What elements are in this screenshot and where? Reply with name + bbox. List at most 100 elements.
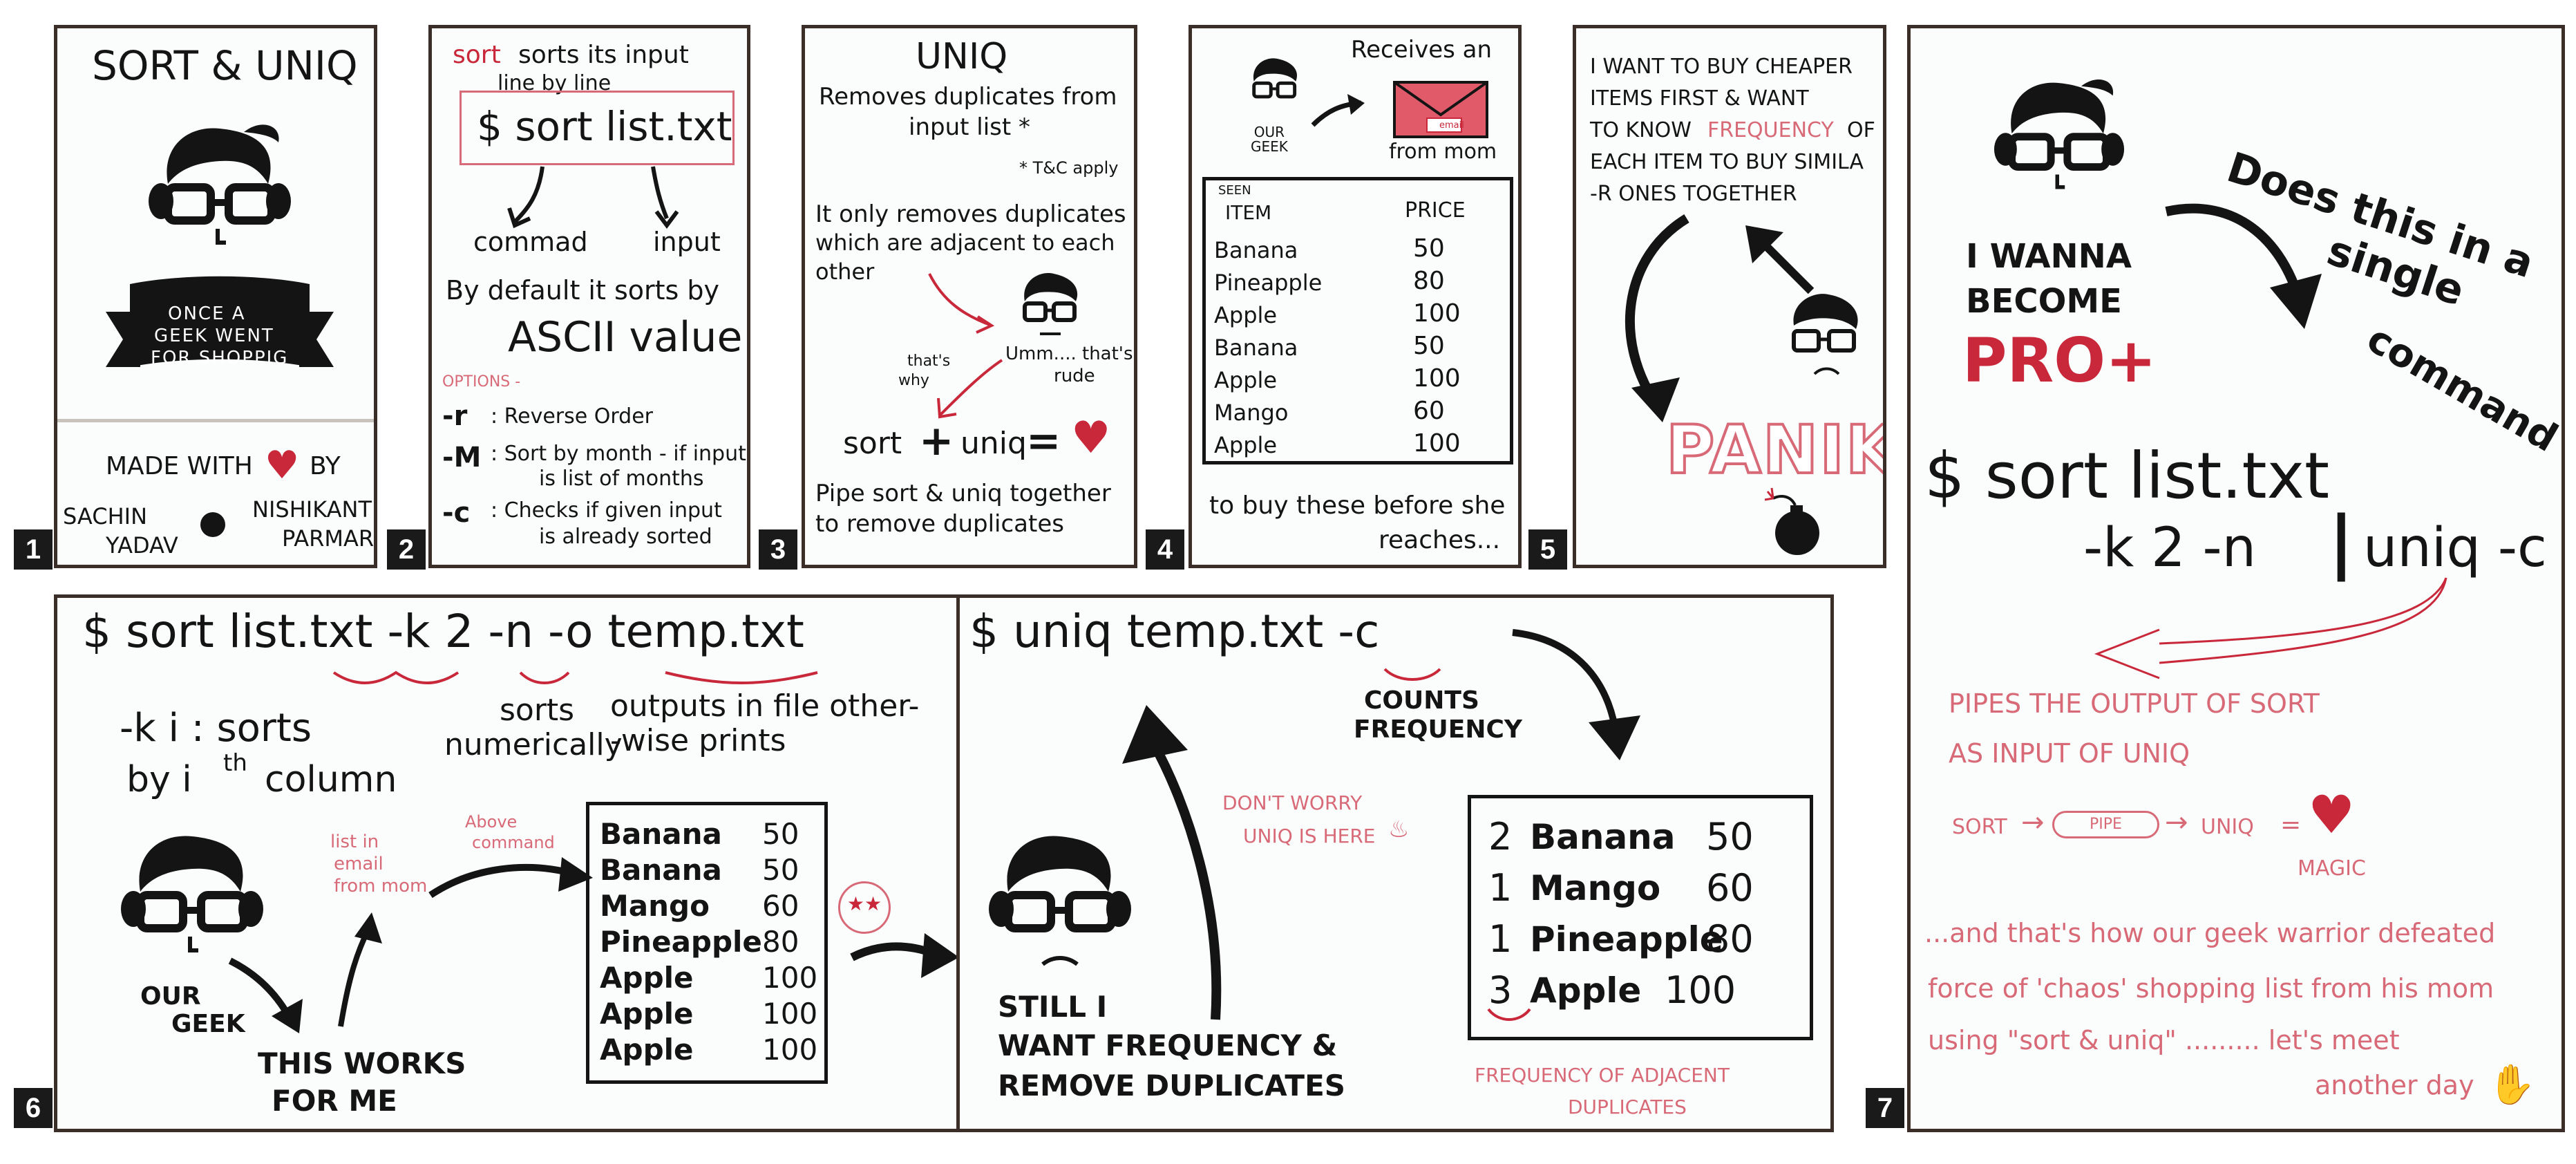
thats-why-2: why <box>898 372 929 389</box>
outputs-1: outputs in file other- <box>610 688 920 724</box>
list-item-name: Banana <box>1214 237 1298 263</box>
result-count: 1 <box>1488 866 1513 910</box>
want-line-3: TO KNOW <box>1590 118 1692 142</box>
panel-5-number: 5 <box>1528 529 1567 570</box>
from-mom-label: from mom <box>1389 140 1497 164</box>
list-item-name: Apple <box>1214 302 1278 328</box>
want-line-5: EACH ITEM TO BUY SIMILA <box>1590 150 1864 174</box>
list-item-price: 50 <box>1413 332 1445 360</box>
sort-keyword: sort <box>453 41 501 69</box>
arrow-right-icon <box>850 933 957 978</box>
list-item-name: Apple <box>1214 432 1278 458</box>
list-item-price: 80 <box>1413 267 1445 295</box>
k-line-2: by i <box>126 759 192 800</box>
option-m-desc-1: : Sort by month - if input <box>491 442 746 466</box>
list-item-price: 100 <box>1413 299 1461 328</box>
option-c-desc-2: is already sorted <box>539 525 712 549</box>
above-1: Above <box>465 812 518 832</box>
red-arrow-1 <box>928 273 995 334</box>
end-line-3: using "sort & uniq" ......... let's meet <box>1928 1025 2400 1055</box>
magic-label: MAGIC <box>2298 856 2366 881</box>
author-1-last: YADAV <box>106 532 178 558</box>
command-label: commad <box>473 227 588 257</box>
panel-4-number: 4 <box>1146 529 1184 570</box>
worried-geek-icon <box>1792 294 1858 375</box>
only-line-2: which are adjacent to each <box>815 229 1115 256</box>
dont-worry-2: UNIQ IS HERE <box>1243 825 1376 847</box>
sorted-item-name: Apple <box>600 961 694 995</box>
sorted-item-price: 50 <box>762 853 799 887</box>
banner-line-2: GEEK WENT <box>154 326 274 346</box>
sorted-item-price: 100 <box>762 1033 818 1067</box>
list-item-price: 100 <box>1413 429 1461 458</box>
curved-arrow-icon <box>2165 203 2322 329</box>
flow-uniq: UNIQ <box>2201 815 2254 839</box>
sorted-item-name: Banana <box>600 817 722 851</box>
k-column: column <box>265 759 397 800</box>
removes-line-1: Removes duplicates from <box>819 83 1117 111</box>
sorted-item-price: 100 <box>762 997 818 1031</box>
tnc-note: * T&C apply <box>1019 158 1119 178</box>
panel-6-uniq: $ uniq temp.txt -c COUNTS FREQUENCY DON'… <box>956 594 1834 1132</box>
panel-4: OUR GEEK Receives an email from mom SEEN… <box>1188 25 1522 568</box>
our-geek-label: OUR GEEK <box>1251 124 1288 155</box>
dot-separator <box>200 512 225 537</box>
made-with-label: MADE WITH <box>106 452 253 480</box>
pipe-line-1: Pipe sort & uniq together <box>815 480 1111 507</box>
banner-line-3: FOR SHOPPIG <box>151 348 289 368</box>
list-item-name: Apple <box>1214 367 1278 393</box>
pipes-2: AS INPUT OF UNIQ <box>1949 738 2190 769</box>
frequency-word: FREQUENCY <box>1707 118 1834 142</box>
sorted-item-price: 50 <box>762 817 799 851</box>
sad-geek-icon <box>989 836 1131 966</box>
author-2-first: NISHIKANT <box>252 496 372 523</box>
end-line-1: ...and that's how our geek warrior defea… <box>1924 918 2496 948</box>
sorted-item-name: Mango <box>600 889 710 923</box>
panel-6-number: 6 <box>14 1088 53 1128</box>
heart-icon: ♥ <box>1071 413 1111 464</box>
result-price: 60 <box>1706 866 1754 910</box>
panel-6: $ sort list.txt -k 2 -n -o temp.txt -k i… <box>54 594 960 1132</box>
only-line-1: It only removes duplicates <box>815 200 1126 228</box>
eq-uniq: uniq <box>960 426 1027 461</box>
panel-2: sort sorts its input line by line $ sort… <box>428 25 750 568</box>
plus-icon: + <box>919 417 954 465</box>
want-line-2: ITEMS FIRST & WANT <box>1590 86 1809 111</box>
heart-icon: ♥ <box>265 443 300 488</box>
arrow-up-icon <box>338 912 382 1027</box>
arrows <box>507 166 679 229</box>
sorted-item-price: 100 <box>762 961 818 995</box>
result-name: Mango <box>1530 868 1661 908</box>
end-line-4: another day <box>2315 1070 2474 1100</box>
counts-1: COUNTS <box>1364 686 1479 715</box>
list-item-price: 60 <box>1413 397 1445 425</box>
arrow-up-left-icon <box>1745 225 1815 294</box>
option-r-flag: -r <box>442 400 468 432</box>
arrow-down-right-icon <box>1512 629 1640 760</box>
pipe-line-2: to remove duplicates <box>815 510 1064 538</box>
panel-7-number: 7 <box>1866 1088 1904 1128</box>
list-item-price: 100 <box>1413 364 1461 393</box>
sorted-item-name: Banana <box>600 853 722 887</box>
list-in-2: email <box>334 854 383 874</box>
list-item-price: 50 <box>1413 234 1445 263</box>
arrow-right-icon <box>1311 94 1365 127</box>
list-in-1: list in <box>330 832 379 852</box>
eq-sort: sort <box>843 426 902 461</box>
flow-arrow-2: → <box>2165 807 2188 838</box>
sorts-line-1: sorts its input <box>518 41 689 69</box>
panel-1: SORT & UNIQ ONCE A GEEK WENT FOR SHOPPIG… <box>54 25 377 568</box>
receives-label: Receives an <box>1351 36 1493 64</box>
sort-command: $ sort list.txt -k 2 -n -o temp.txt <box>82 605 804 658</box>
pipes-1: PIPES THE OUTPUT OF SORT <box>1949 688 2320 719</box>
panel-1-number: 1 <box>14 529 53 570</box>
option-c-desc-1: : Checks if given input <box>491 498 722 523</box>
our-geek-1: OUR <box>140 982 201 1011</box>
still-3: REMOVE DUPLICATES <box>998 1069 1346 1102</box>
result-price: 80 <box>1706 917 1754 961</box>
options-label: OPTIONS - <box>442 373 521 391</box>
still-1: STILL I <box>998 990 1108 1024</box>
cmd-line-1: $ sort list.txt <box>1924 439 2330 513</box>
bomb-icon <box>1764 487 1819 555</box>
heart-icon: ♥ <box>2308 784 2356 845</box>
